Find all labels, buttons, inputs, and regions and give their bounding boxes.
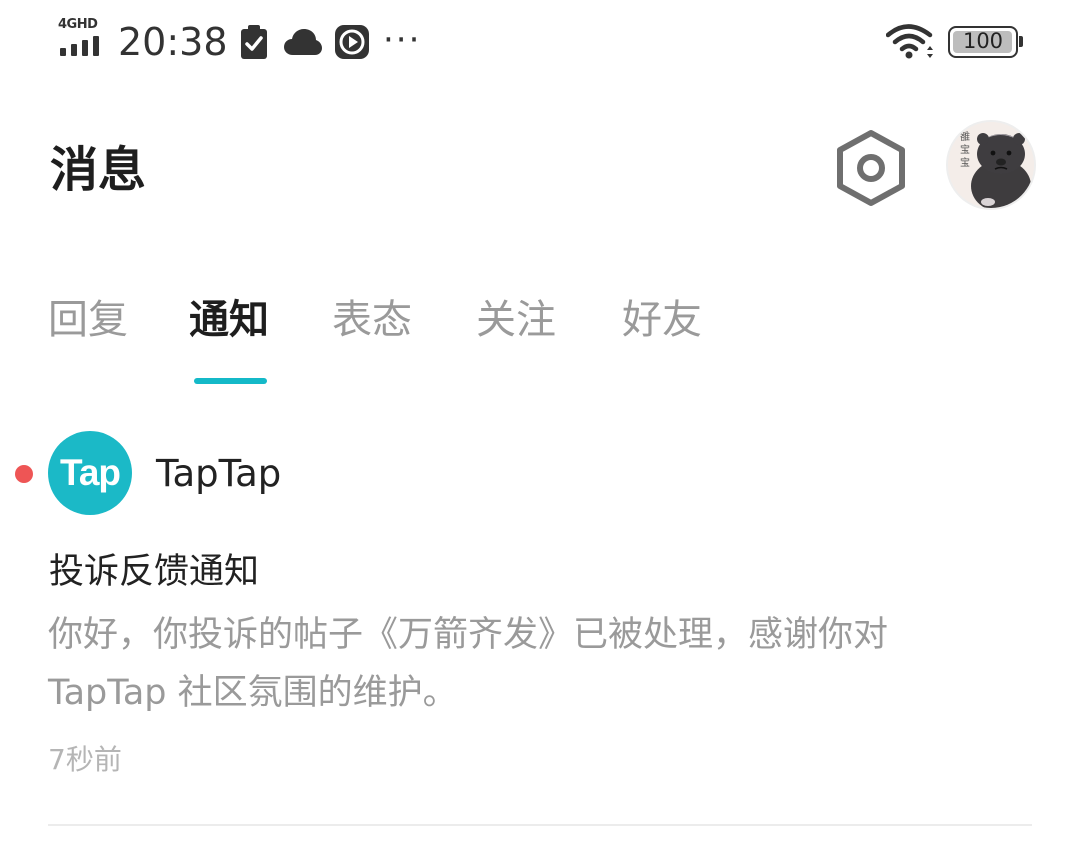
- taptap-logo-icon[interactable]: Tap: [48, 431, 132, 515]
- tab-friends[interactable]: 好友: [622, 290, 702, 350]
- status-time: 20:38: [118, 20, 228, 64]
- wifi-icon: [886, 24, 933, 59]
- avatar-bear-icon: 雒 宝 宝: [948, 122, 1034, 208]
- notification-body: 你好，你投诉的帖子《万箭齐发》已被处理，感谢你对 TapTap 社区氛围的维护。: [48, 606, 1008, 722]
- svg-text:宝: 宝: [960, 156, 970, 169]
- hexagon-gear-icon: [837, 130, 905, 206]
- page-title: 消息: [50, 142, 147, 198]
- svg-text:雒: 雒: [960, 130, 970, 143]
- tab-reply[interactable]: 回复: [48, 290, 128, 350]
- notification-time: 7秒前: [48, 743, 122, 776]
- messages-screen: 4GHD 20:38 ··· 100 消息 雒 宝 宝 回复 通知 表态 关注 …: [0, 0, 1080, 852]
- play-circle-icon: [335, 25, 369, 59]
- cloud-icon: [284, 29, 322, 55]
- active-tab-indicator: [194, 378, 267, 384]
- network-type-label: 4GHD: [58, 17, 98, 32]
- signal-bars-icon: [60, 36, 104, 56]
- sender-name[interactable]: TapTap: [156, 450, 281, 498]
- tab-following[interactable]: 关注: [476, 290, 556, 350]
- signal-indicator: 4GHD: [58, 18, 106, 60]
- battery-level-label: 100: [962, 29, 1004, 53]
- notification-body-line: 你好，你投诉的帖子《万箭齐发》已被处理，感谢你对: [48, 615, 889, 655]
- notification-title: 投诉反馈通知: [49, 552, 260, 592]
- clipboard-check-icon: [241, 25, 267, 59]
- notification-body-line: TapTap 社区氛围的维护。: [48, 673, 458, 713]
- tab-reaction[interactable]: 表态: [332, 290, 412, 350]
- status-bar: 4GHD 20:38 ··· 100: [0, 0, 1080, 86]
- svg-text:宝: 宝: [960, 143, 970, 156]
- settings-button[interactable]: [834, 128, 908, 208]
- divider: [48, 824, 1032, 826]
- logo-text: Tap: [59, 452, 121, 493]
- tab-notification[interactable]: 通知: [189, 290, 269, 350]
- avatar[interactable]: 雒 宝 宝: [948, 122, 1034, 208]
- more-dots-icon: ···: [383, 20, 422, 60]
- battery-icon: 100: [948, 26, 1023, 58]
- unread-dot: [15, 465, 33, 483]
